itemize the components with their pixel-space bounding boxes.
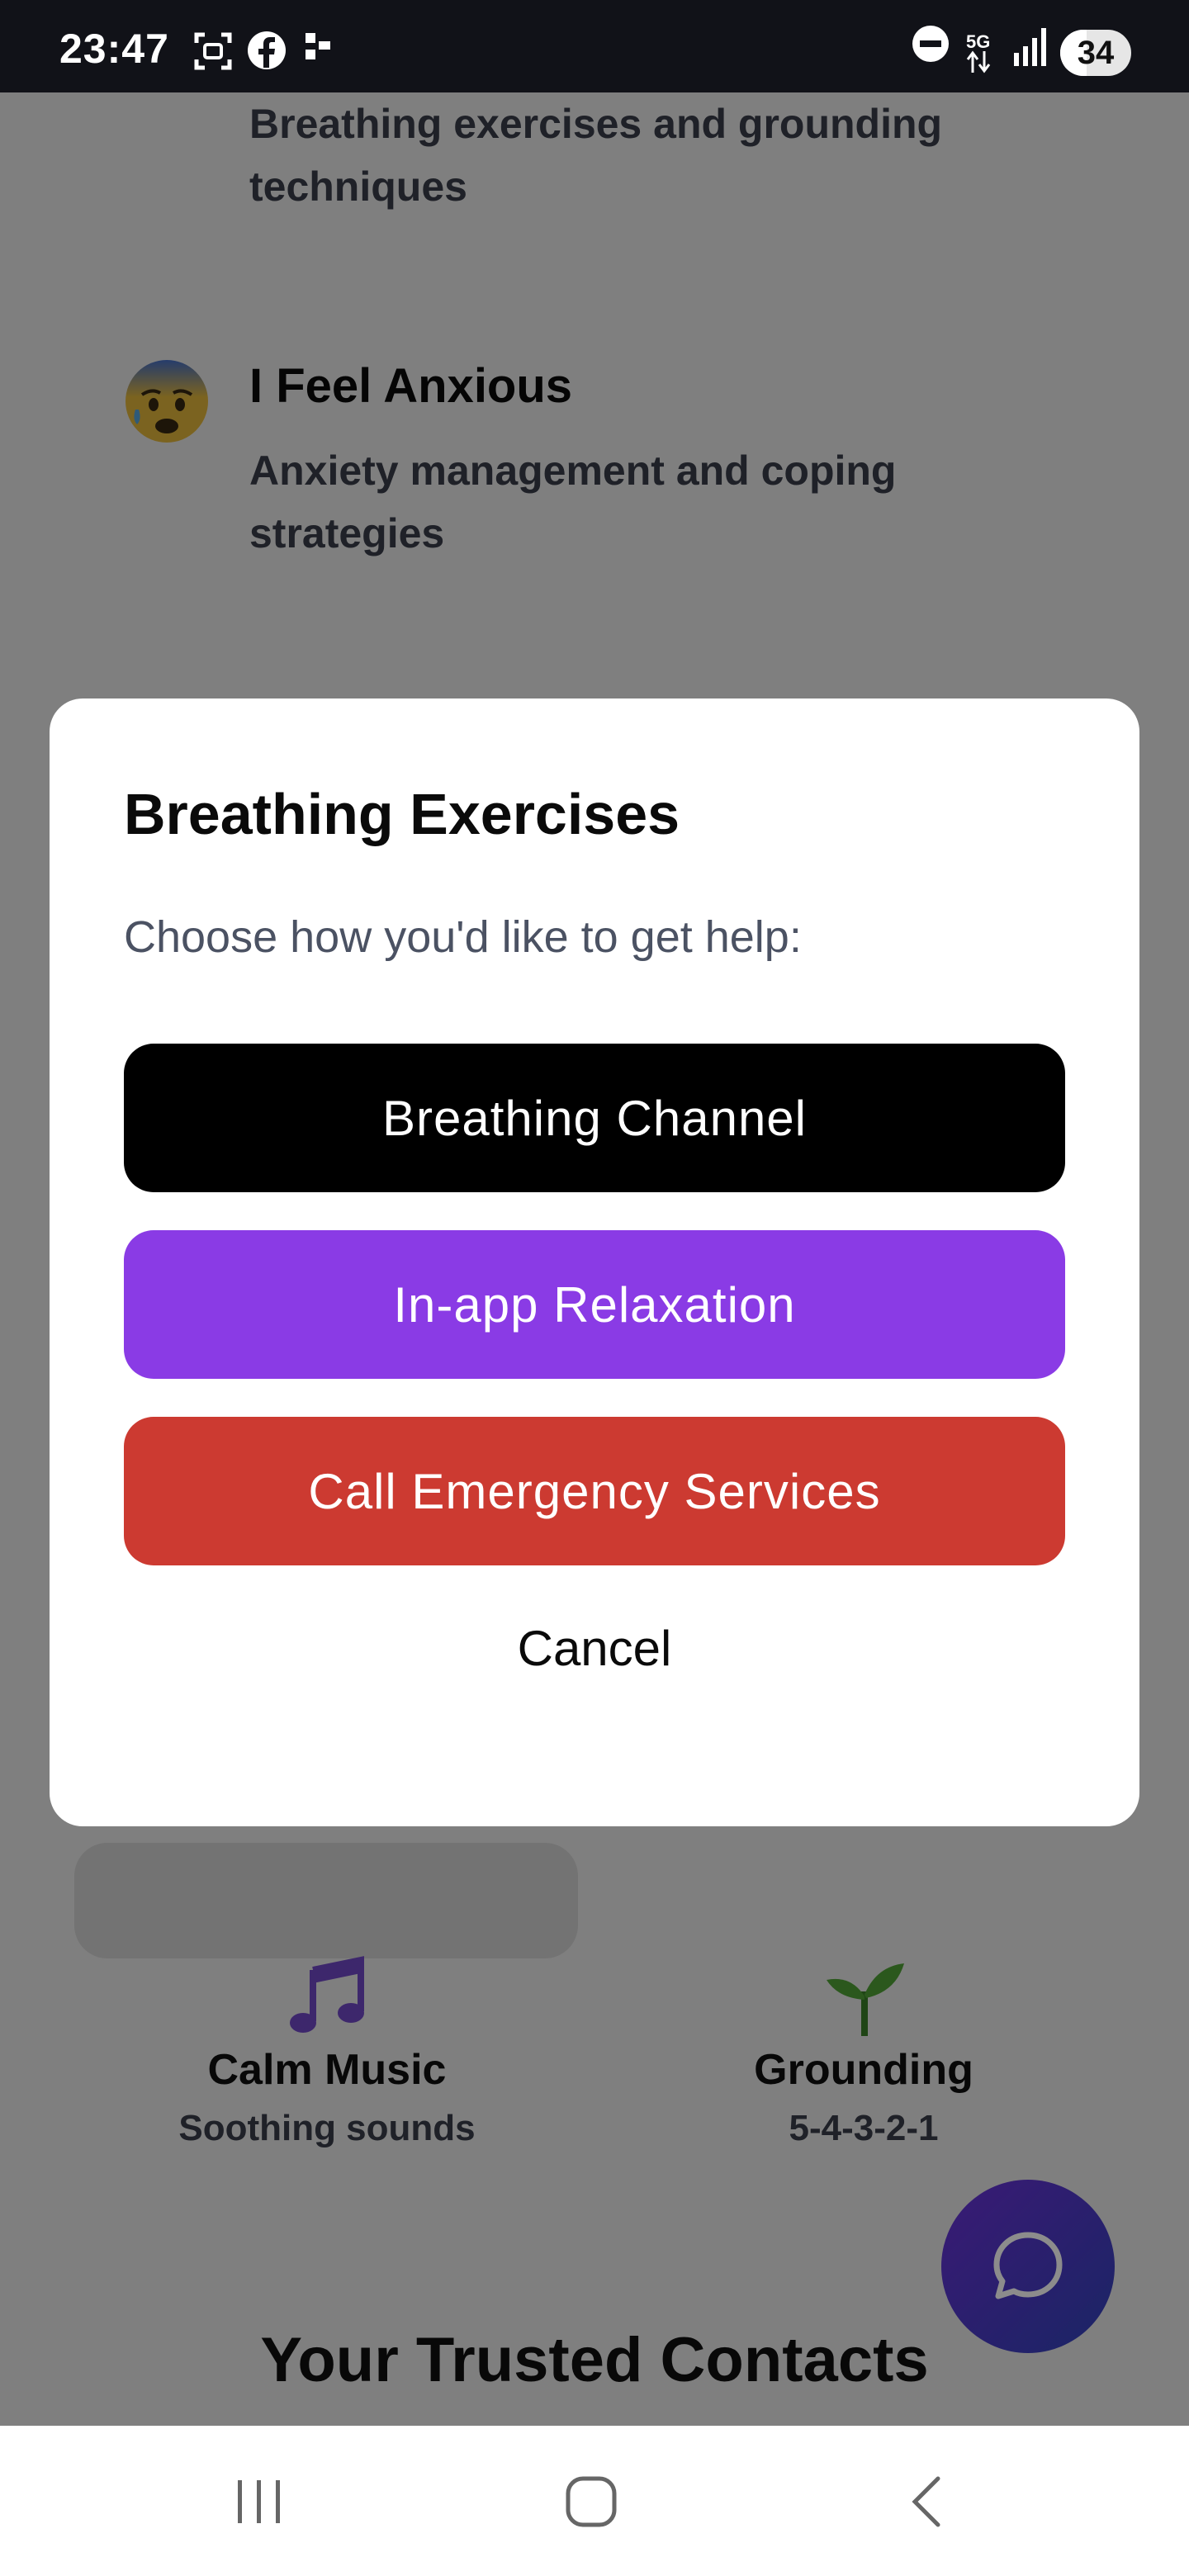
back-icon[interactable] [903, 2474, 950, 2530]
breathing-channel-button[interactable]: Breathing Channel [124, 1044, 1065, 1192]
call-emergency-button[interactable]: Call Emergency Services [124, 1417, 1065, 1565]
in-app-relaxation-button[interactable]: In-app Relaxation [124, 1230, 1065, 1379]
system-nav-bar [0, 2426, 1189, 2576]
dialog-subtitle: Choose how you'd like to get help: [124, 912, 802, 962]
status-bar: 23:47 5G 34 [0, 0, 1189, 92]
home-icon[interactable] [563, 2474, 619, 2530]
dialog-title: Breathing Exercises [124, 782, 680, 846]
cancel-button[interactable]: Cancel [124, 1598, 1065, 1698]
chat-bubble-icon [993, 2232, 1063, 2299]
data-arrows-icon [966, 50, 991, 73]
do-not-disturb-icon [912, 26, 949, 62]
app-notification-icon [306, 33, 330, 59]
screenshot-icon [194, 32, 232, 70]
recent-apps-icon[interactable] [233, 2475, 286, 2528]
facebook-icon [248, 31, 286, 69]
battery-level: 34 [1077, 35, 1115, 71]
chat-fab-button[interactable] [941, 2180, 1115, 2353]
signal-icon [1014, 28, 1046, 66]
status-time: 23:47 [59, 26, 169, 72]
battery-icon: 34 [1060, 30, 1131, 76]
help-options-dialog: Breathing Exercises Choose how you'd lik… [50, 698, 1139, 1826]
